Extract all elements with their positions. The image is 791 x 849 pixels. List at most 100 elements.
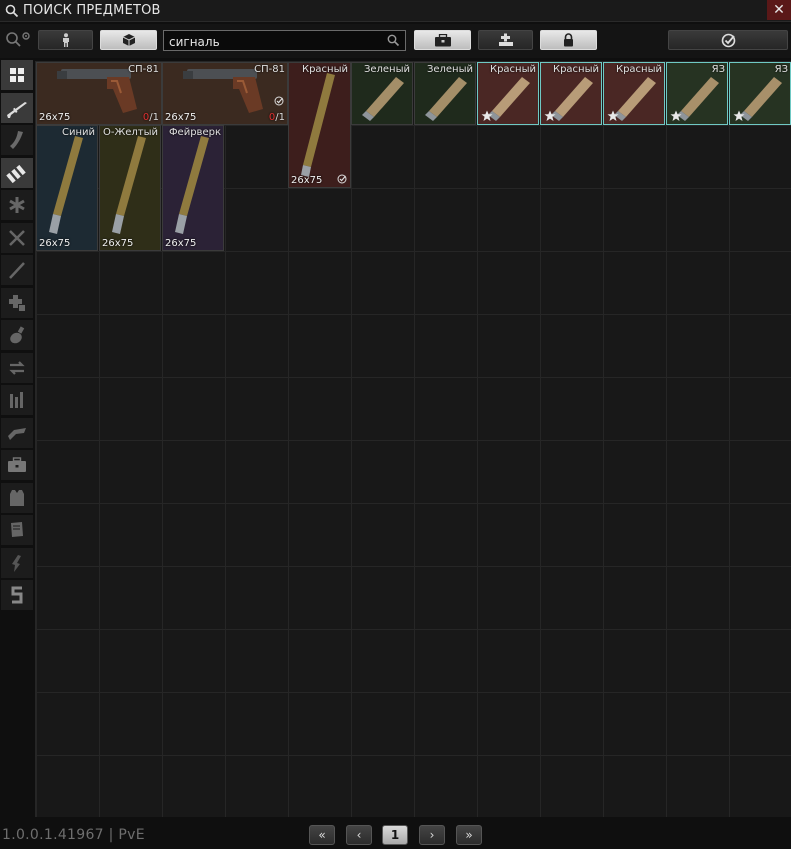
- box-icon: [122, 34, 135, 46]
- category-barter[interactable]: [1, 352, 33, 383]
- ammo-icon: [6, 164, 26, 183]
- flare-cartridge-image: [112, 136, 146, 234]
- items-grid: СП-81 26x75 0/1 СП-81 26x75 0/1 Красный …: [35, 61, 791, 817]
- star-icon: [607, 110, 619, 121]
- category-containers[interactable]: [1, 450, 33, 480]
- category-info[interactable]: [1, 515, 33, 545]
- item-name: Красный: [552, 64, 599, 75]
- item-name: Красный: [615, 64, 662, 75]
- search-settings-icon[interactable]: [5, 31, 31, 49]
- first-page-button[interactable]: «: [309, 825, 335, 845]
- category-magazines[interactable]: [1, 125, 33, 155]
- item-cell[interactable]: ЯЗ: [729, 62, 791, 125]
- category-medical[interactable]: [1, 287, 33, 318]
- flare-cartridge-image: [175, 136, 209, 234]
- search-icon: [5, 4, 19, 18]
- next-page-button[interactable]: ›: [419, 825, 445, 845]
- item-caliber: 26x75: [39, 112, 71, 123]
- item-name: Зеленый: [426, 64, 473, 75]
- item-cell[interactable]: О-Желтый 26x75: [99, 125, 161, 251]
- category-gear-mods[interactable]: [1, 190, 33, 220]
- grid-icon: [10, 68, 24, 82]
- item-name: О-Желтый: [102, 127, 158, 138]
- book-icon: [11, 522, 23, 537]
- item-cell[interactable]: ЯЗ: [666, 62, 728, 125]
- flare-cartridge-image: [49, 136, 83, 234]
- item-caliber: 26x75: [102, 238, 134, 249]
- item-caliber: 26x75: [39, 238, 71, 249]
- category-mods[interactable]: [1, 417, 33, 448]
- vest-icon: [10, 489, 24, 506]
- star-icon: [481, 110, 493, 121]
- category-sidebar: [0, 60, 34, 820]
- asterisk-icon: [9, 197, 25, 213]
- keys-icon: [10, 392, 23, 408]
- item-caliber: 26x75: [291, 175, 323, 186]
- exchange-icon: [9, 360, 25, 375]
- filter-medical-button[interactable]: [478, 30, 533, 50]
- item-cell[interactable]: Красный: [477, 62, 539, 125]
- special-equipment-icon: [12, 554, 21, 572]
- medical-cross-icon: [498, 33, 513, 46]
- close-button[interactable]: ✕: [767, 0, 791, 20]
- star-icon: [670, 110, 682, 121]
- grenade-icon: [10, 326, 25, 344]
- item-name: ЯЗ: [774, 64, 788, 75]
- category-ammo[interactable]: [1, 157, 33, 188]
- item-name: СП-81: [128, 64, 159, 75]
- item-name: Красный: [301, 64, 348, 75]
- current-page-button[interactable]: 1: [382, 825, 408, 845]
- prev-page-button[interactable]: ‹: [346, 825, 372, 845]
- item-cell[interactable]: Красный: [540, 62, 602, 125]
- window-title: ПОИСК ПРЕДМЕТОВ: [23, 3, 161, 18]
- star-icon: [733, 110, 745, 121]
- money-icon: [11, 586, 23, 604]
- item-count: 0/1: [142, 112, 159, 123]
- item-cell[interactable]: Зеленый: [414, 62, 476, 125]
- magazine-icon: [10, 131, 23, 149]
- item-caliber: 26x75: [165, 238, 197, 249]
- item-name: Фейрверк: [168, 127, 221, 138]
- rifle-icon: [7, 101, 27, 118]
- check-icon: [274, 96, 284, 106]
- item-cell[interactable]: СП-81 26x75 0/1: [162, 62, 288, 125]
- flare-cartridge-image: [301, 73, 335, 177]
- item-name: Красный: [489, 64, 536, 75]
- item-cell[interactable]: Фейрверк 26x75: [162, 125, 224, 251]
- toolbar: [0, 24, 791, 58]
- check-circle-icon: [721, 33, 735, 47]
- item-cell[interactable]: СП-81 26x75 0/1: [36, 62, 162, 125]
- item-cell[interactable]: Зеленый: [351, 62, 413, 125]
- scope-icon: [8, 427, 26, 440]
- category-provisions[interactable]: [1, 320, 33, 350]
- item-cell[interactable]: Красный 26x75: [288, 62, 351, 188]
- category-special[interactable]: [1, 547, 33, 578]
- category-keys[interactable]: [1, 385, 33, 415]
- item-cell[interactable]: Синий 26x75: [36, 125, 98, 251]
- briefcase-icon: [8, 457, 26, 472]
- filter-stash-button[interactable]: [100, 30, 157, 50]
- search-icon: [387, 34, 400, 47]
- filter-character-button[interactable]: [38, 30, 93, 50]
- category-knives[interactable]: [1, 255, 33, 285]
- category-weapons[interactable]: [1, 92, 33, 123]
- category-all[interactable]: [1, 60, 33, 90]
- item-name: СП-81: [254, 64, 285, 75]
- version-label: 1.0.0.1.41967 | PvE: [2, 827, 145, 843]
- last-page-button[interactable]: »: [456, 825, 482, 845]
- search-field[interactable]: [163, 30, 406, 52]
- filter-checked-button[interactable]: [668, 30, 788, 50]
- search-input[interactable]: [164, 32, 405, 52]
- lock-icon: [564, 33, 573, 47]
- category-money[interactable]: [1, 580, 33, 610]
- item-cell[interactable]: Красный: [603, 62, 665, 125]
- person-icon: [62, 33, 69, 47]
- category-melee[interactable]: [1, 222, 33, 253]
- item-name: Зеленый: [363, 64, 410, 75]
- category-clothing[interactable]: [1, 482, 33, 513]
- item-caliber: 26x75: [165, 112, 197, 123]
- medical-kit-icon: [9, 294, 25, 311]
- filter-containers-button[interactable]: [414, 30, 471, 50]
- filter-locked-button[interactable]: [540, 30, 597, 50]
- star-icon: [544, 110, 556, 121]
